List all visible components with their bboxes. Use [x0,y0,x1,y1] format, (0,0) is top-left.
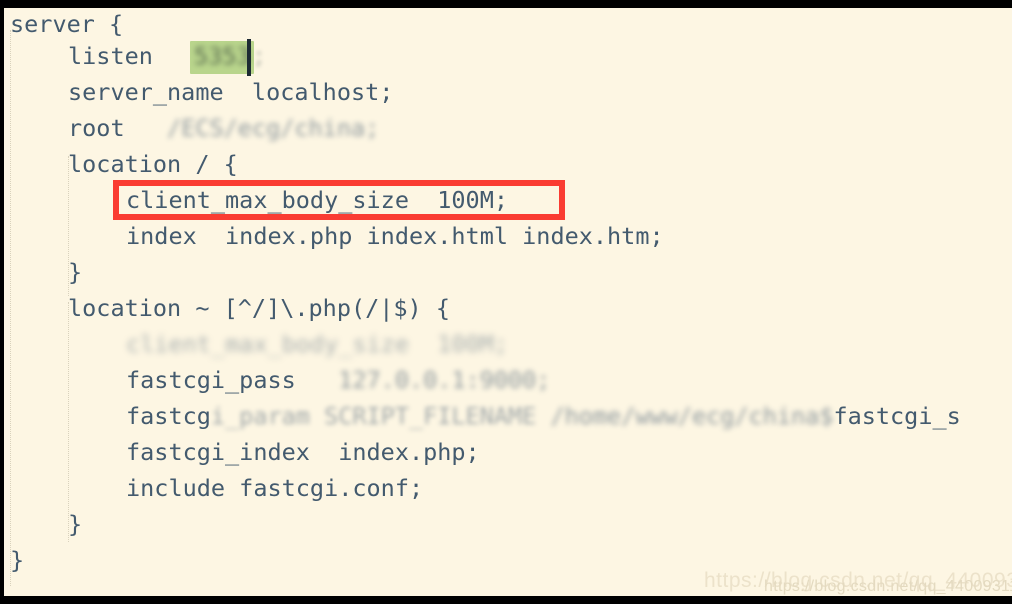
client-max-body-size-censored-text: client_max_body_size 100M; [126,330,509,358]
code-line-fastcgi-index: fastcgi_index index.php; [126,438,480,466]
code-line-server-open: server { [10,10,124,38]
code-line-location-php-open: location ~ [^/]\.php(/|$) { [68,294,451,322]
code-line-fastcgi-param: fastcgi_param SCRIPT_FILENAME /home/www/… [4,398,961,434]
code-line-root-keyword: root /ECS/ecg/china; [4,110,379,146]
code-line-client-max-body-size-censored: client_max_body_size 100M; [4,326,508,362]
root-keyword: root [68,114,168,142]
watermark-secondary: https://blog.csdn.net/qq_44009311 [764,578,1012,595]
code-line-location-root-close: } [68,258,83,286]
fastcgi-param-spacer [536,402,550,430]
red-annotation-box [113,180,565,220]
code-line-location-root-open: location / { [68,150,238,178]
fastcgi-param-middle-censored: i_param SCRIPT_FILENAME [210,402,537,430]
fastcgi-param-path-censored: /home/www/ecg/china$ [550,402,834,430]
listen-semicolon: ; [252,42,267,70]
watermark-primary: https://blog.csdn.net/qq_44009311 [704,569,1012,592]
fastcgi-param-suffix: fastcgi_s [833,402,961,430]
fastcgi-param-prefix: fastcg [126,402,211,430]
code-line-fastcgi-pass: fastcgi_pass 127.0.0.1:9000; [4,362,550,398]
root-path-censored: /ECS/ecg/china; [167,114,380,142]
fastcgi-pass-value-censored: 127.0.0.1:9000; [338,366,551,394]
code-line-server-name: server_name localhost; [68,78,394,106]
code-line-location-php-close: } [68,510,83,538]
code-line-server-close: } [10,546,25,574]
code-canvas: server { listen 5353 ; server_name local… [4,8,1012,596]
code-line-index: index index.php index.html index.htm; [126,222,664,250]
code-line-include-fastcgi-conf: include fastcgi.conf; [126,474,424,502]
code-line-listen-keyword: listen [68,42,182,70]
listen-port-censored-value: 5353 [194,42,251,70]
fastcgi-pass-keyword: fastcgi_pass [126,366,339,394]
text-caret [247,39,251,76]
screenshot-root: server { listen 5353 ; server_name local… [0,0,1012,604]
